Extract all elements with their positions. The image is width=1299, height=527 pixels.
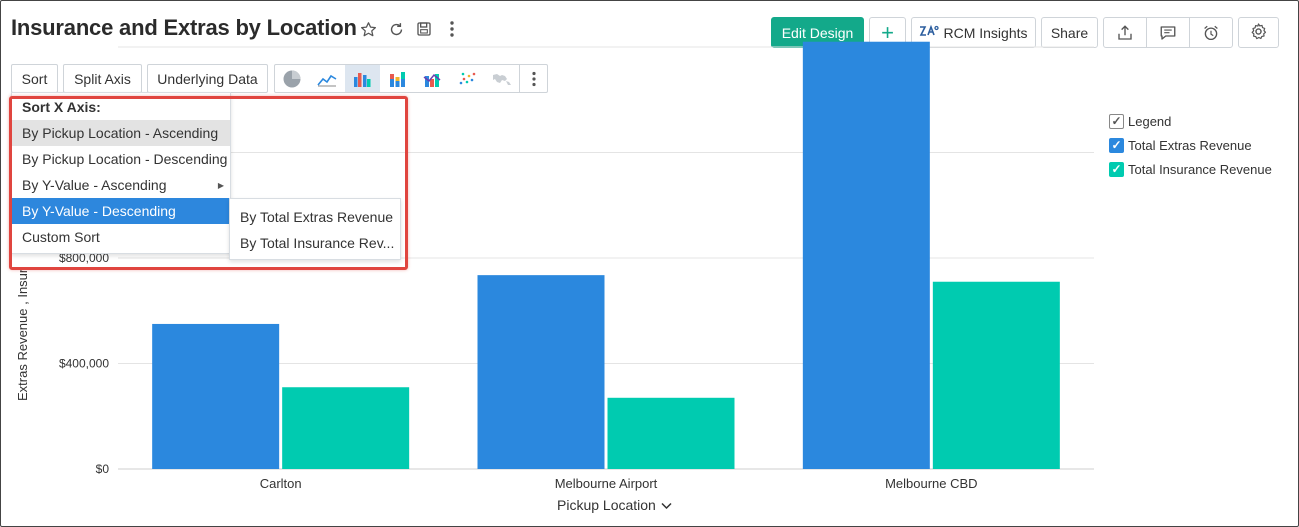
- legend-title-row[interactable]: ✓ Legend: [1109, 109, 1272, 133]
- checkbox-icon[interactable]: ✓: [1109, 137, 1124, 153]
- custom-sort[interactable]: Custom Sort: [12, 224, 230, 250]
- x-axis-label[interactable]: Pickup Location: [557, 497, 672, 513]
- checkbox-icon[interactable]: ✓: [1109, 113, 1124, 129]
- y-axis-label: Extras Revenue , Insur: [15, 268, 30, 401]
- sort-by-extras-revenue[interactable]: By Total Extras Revenue: [230, 204, 400, 230]
- sort-dropdown-menu: Sort X Axis: By Pickup Location - Ascend…: [11, 92, 231, 254]
- bar-insurance[interactable]: [932, 281, 1060, 469]
- bar-extras[interactable]: [802, 41, 930, 469]
- checkbox-icon[interactable]: ✓: [1109, 161, 1124, 177]
- sort-menu-header: Sort X Axis:: [22, 98, 101, 115]
- y-tick-label: $400,000: [59, 357, 109, 371]
- sort-yvalue-ascending-label: By Y-Value - Ascending: [22, 177, 167, 193]
- bar-chart: $0$400,000$800,000Carlton Melbourne Airpo…: [59, 41, 1094, 491]
- legend-item-label: Total Insurance Revenue: [1128, 161, 1272, 177]
- x-tick-label: Melbourne CBD: [885, 476, 978, 491]
- caret-right-icon: ▶: [217, 180, 224, 190]
- sort-yvalue-ascending[interactable]: By Y-Value - Ascending ▶: [12, 172, 230, 198]
- bar-extras[interactable]: [152, 323, 280, 469]
- legend-title: Legend: [1128, 113, 1172, 129]
- sort-by-measure-submenu: By Total Extras Revenue By Total Insuran…: [229, 198, 401, 260]
- sort-pickup-descending[interactable]: By Pickup Location - Descending: [12, 146, 230, 172]
- chart-legend: ✓ Legend ✓ Total Extras Revenue ✓ Total …: [1109, 109, 1272, 181]
- bar-extras[interactable]: [477, 275, 605, 469]
- chevron-down-icon: [661, 497, 672, 513]
- sort-yvalue-descending[interactable]: By Y-Value - Descending: [12, 198, 230, 224]
- legend-item-extras[interactable]: ✓ Total Extras Revenue: [1109, 133, 1272, 157]
- x-tick-label: Carlton: [260, 476, 302, 491]
- report-window: Insurance and Extras by Location Edit De…: [0, 0, 1299, 527]
- sort-by-insurance-revenue[interactable]: By Total Insurance Rev...: [230, 230, 400, 256]
- legend-item-label: Total Extras Revenue: [1128, 137, 1252, 153]
- x-axis-label-text: Pickup Location: [557, 497, 656, 513]
- bar-insurance[interactable]: [282, 387, 410, 469]
- x-tick-label: Melbourne Airport: [555, 476, 658, 491]
- legend-item-insurance[interactable]: ✓ Total Insurance Revenue: [1109, 157, 1272, 181]
- y-tick-label: $0: [96, 462, 110, 476]
- bar-insurance[interactable]: [607, 397, 735, 469]
- sort-pickup-ascending[interactable]: By Pickup Location - Ascending: [12, 120, 230, 146]
